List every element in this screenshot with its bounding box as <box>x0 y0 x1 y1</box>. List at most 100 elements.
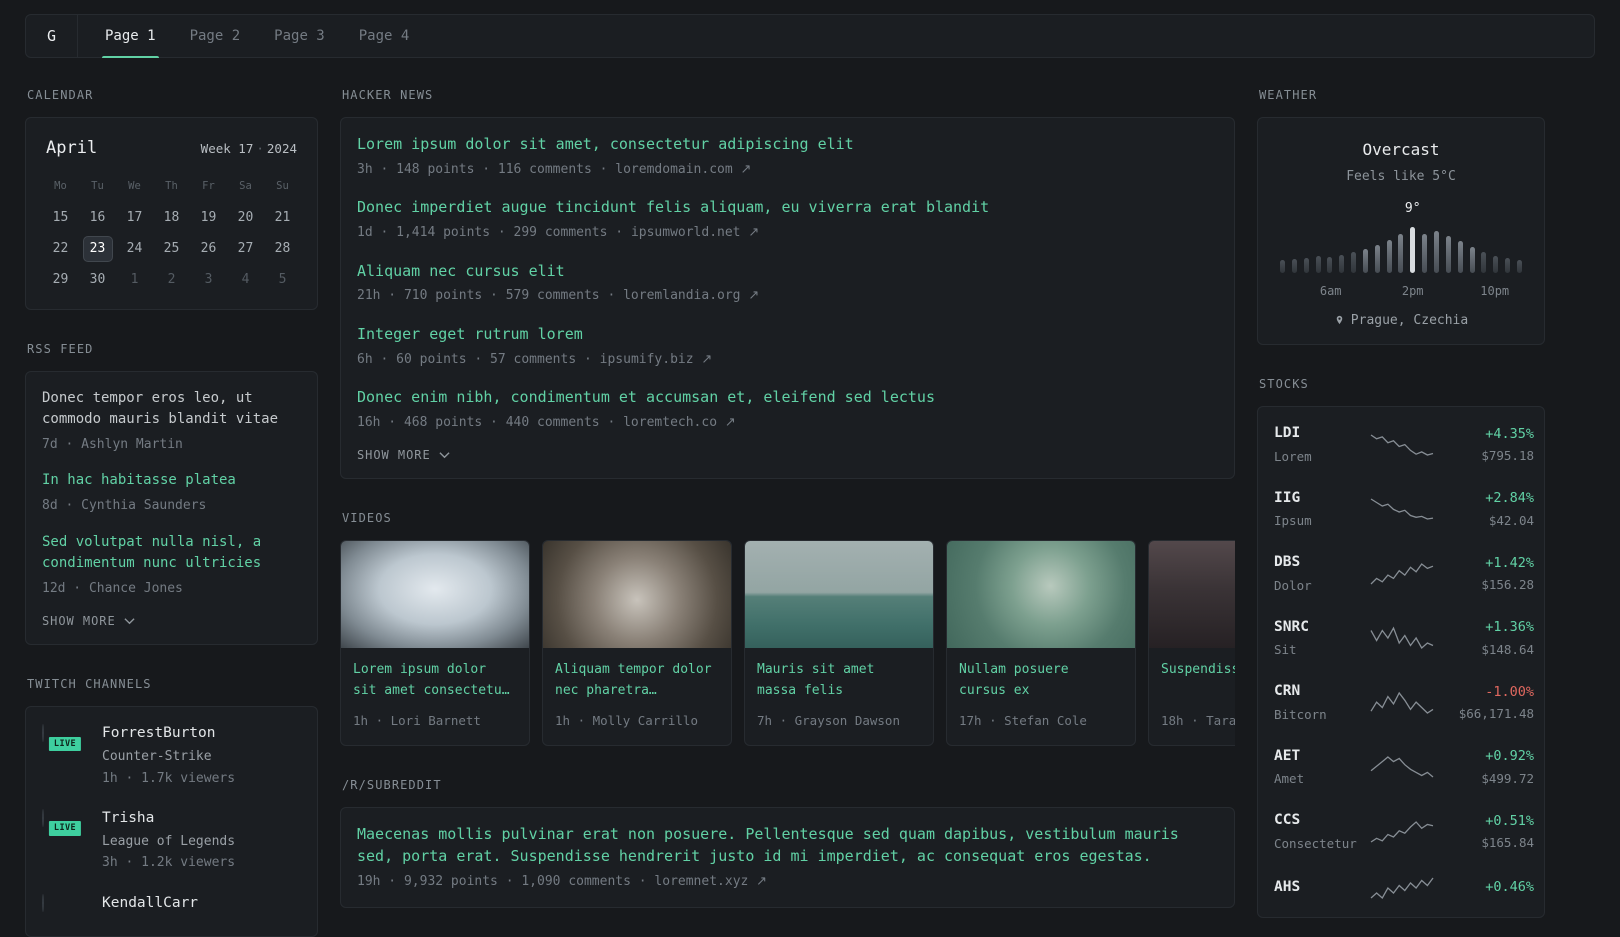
stock-name: Lorem <box>1274 448 1312 464</box>
stock-change: +2.84% <box>1485 490 1534 507</box>
tab-page-4[interactable]: Page 4 <box>342 15 427 57</box>
video-card-body: Nullam posuere cursus ex 17h · Stefan Col… <box>947 648 1135 745</box>
stock-change: +1.42% <box>1485 554 1534 571</box>
twitch-channel-meta: 1h · 1.7k viewers <box>102 770 236 786</box>
hacker-news-item-title[interactable]: Lorem ipsum dolor sit amet, consectetur … <box>357 134 1218 156</box>
stock-name: Bitcorn <box>1274 706 1327 722</box>
subreddit-list: Maecenas mollis pulvinar erat non posuer… <box>357 824 1218 891</box>
stock-name: Ipsum <box>1274 513 1312 529</box>
hacker-news-item-meta: 3h · 148 points · 116 comments · loremdo… <box>357 160 1218 180</box>
hacker-news-item-title[interactable]: Aliquam nec cursus elit <box>357 261 1218 283</box>
calendar-grid: Mo Tu We Th Fr Sa Su 15 16 17 18 19 20 21 22 23 24 25 26 27… <box>42 174 301 293</box>
video-title[interactable]: Nullam posuere cursus ex <box>959 660 1123 701</box>
rss-item-title[interactable]: In hac habitasse platea <box>42 470 301 492</box>
external-link-icon: ↗ <box>701 351 713 367</box>
video-card-body: Suspendisse diam 18h · Tara <box>1149 648 1235 745</box>
hacker-news-item: Donec enim nibh, condimentum et accumsan… <box>357 387 1218 432</box>
rss-item-title[interactable]: Donec tempor eros leo, ut commodo mauris… <box>42 388 301 431</box>
hacker-news-item-meta-stats: 16h · 468 points · 440 comments · <box>357 414 624 430</box>
calendar-day: 29 <box>52 271 69 287</box>
subreddit-post-title[interactable]: Maecenas mollis pulvinar erat non posuer… <box>357 824 1218 868</box>
hacker-news-item: Donec imperdiet augue tincidunt felis al… <box>357 197 1218 242</box>
app-logo[interactable]: G <box>26 15 78 57</box>
video-meta: 7h · Grayson Dawson <box>757 713 900 729</box>
rss-show-more-button[interactable]: SHOW MORE <box>42 614 135 628</box>
twitch-channel-info: Trisha League of Legends 3h · 1.2k viewers <box>102 808 235 873</box>
rss-item: In hac habitasse platea 8d · Cynthia Saun… <box>42 470 301 515</box>
stock-ticker[interactable]: CRN <box>1274 681 1362 703</box>
twitch-channel-name[interactable]: KendallCarr <box>102 893 198 915</box>
twitch-channel-name[interactable]: ForrestBurton <box>102 723 235 745</box>
calendar-day: 22 <box>52 240 69 256</box>
hacker-news-item-meta-domain-link[interactable]: ipsumworld.net ↗ <box>631 225 759 240</box>
rss-section-title: RSS FEED <box>27 341 94 356</box>
stock-ticker[interactable]: CCS <box>1274 810 1362 832</box>
twitch-channel-name[interactable]: Trisha <box>102 808 235 830</box>
stock-ticker[interactable]: DBS <box>1274 552 1362 574</box>
stock-price: $148.64 <box>1481 641 1534 657</box>
stock-ticker[interactable]: IIG <box>1274 488 1362 510</box>
stock-info: CCS Consectetur <box>1274 810 1362 854</box>
hacker-news-item-meta-domain-link[interactable]: loremtech.co ↗ <box>623 415 736 430</box>
hacker-news-item-meta: 16h · 468 points · 440 comments · loremt… <box>357 413 1218 433</box>
calendar-day: 15 <box>52 209 69 225</box>
subreddit-post-meta-domain-link[interactable]: loremnet.xyz ↗ <box>654 874 767 889</box>
hacker-news-item: Lorem ipsum dolor sit amet, consectetur … <box>357 134 1218 179</box>
stock-ticker[interactable]: AET <box>1274 746 1362 768</box>
video-title[interactable]: Mauris sit amet massa felis <box>757 660 921 701</box>
calendar-day: 27 <box>237 240 254 256</box>
weather-bar <box>1422 233 1428 273</box>
hacker-news-item-title[interactable]: Donec imperdiet augue tincidunt felis al… <box>357 197 1218 219</box>
twitch-channel-row: KendallCarr <box>42 893 301 920</box>
weather-bar <box>1374 244 1380 273</box>
twitch-avatar-wrap: LIVE <box>42 723 88 755</box>
stock-ticker[interactable]: SNRC <box>1274 617 1362 639</box>
video-thumbnail[interactable] <box>1149 541 1235 649</box>
video-title[interactable]: Lorem ipsum dolor sit amet consectetu… <box>353 660 517 701</box>
hacker-news-item-title[interactable]: Integer eget rutrum lorem <box>357 324 1218 346</box>
hacker-news-card: Lorem ipsum dolor sit amet, consectetur … <box>340 117 1235 480</box>
video-card-body: Aliquam tempor dolor nec pharetra… 1h · M… <box>543 648 731 745</box>
tab-page-2[interactable]: Page 2 <box>173 15 258 57</box>
weather-bar <box>1398 233 1404 273</box>
stock-info: LDI Lorem <box>1274 423 1362 467</box>
calendar-day: 26 <box>200 240 217 256</box>
twitch-channel-game: Counter-Strike <box>102 749 212 765</box>
tab-page-3[interactable]: Page 3 <box>257 15 342 57</box>
video-thumbnail[interactable] <box>947 541 1135 649</box>
stock-change: +0.51% <box>1485 812 1534 829</box>
external-link-icon: ↗ <box>748 288 760 304</box>
weather-bar <box>1386 239 1392 273</box>
weather-condition: Overcast <box>1362 140 1440 159</box>
video-thumbnail[interactable] <box>745 541 933 649</box>
stock-ticker[interactable]: AHS <box>1274 877 1362 899</box>
stock-row: LDI Lorem +4.35% $795.18 <box>1274 423 1534 467</box>
stock-ticker[interactable]: LDI <box>1274 423 1362 445</box>
weather-section: WEATHER Overcast Feels like 5°C 9° 6am 2p… <box>1257 86 1545 345</box>
tab-page-1[interactable]: Page 1 <box>88 15 173 58</box>
stock-info: DBS Dolor <box>1274 552 1362 596</box>
hacker-news-item-title[interactable]: Donec enim nibh, condimentum et accumsan… <box>357 387 1218 409</box>
hacker-news-item-meta-domain-link[interactable]: loremdomain.com ↗ <box>615 162 751 177</box>
twitch-section-title: TWITCH CHANNELS <box>27 677 152 692</box>
twitch-avatar[interactable] <box>42 809 44 828</box>
twitch-avatar[interactable] <box>42 893 44 912</box>
video-title[interactable]: Aliquam tempor dolor nec pharetra… <box>555 660 719 701</box>
hacker-news-show-more-button[interactable]: SHOW MORE <box>357 448 450 462</box>
twitch-avatar[interactable] <box>42 724 44 743</box>
weather-card: Overcast Feels like 5°C 9° 6am 2pm 10pm Pr… <box>1257 117 1545 345</box>
stock-change: +1.36% <box>1485 619 1534 636</box>
calendar-day: 18 <box>163 209 180 225</box>
video-title[interactable]: Suspendisse diam <box>1161 660 1235 701</box>
video-thumbnail[interactable] <box>341 541 529 649</box>
weather-bar <box>1291 258 1297 273</box>
stock-row: CRN Bitcorn -1.00% $66,171.48 <box>1274 681 1534 725</box>
hacker-news-item-meta-domain-link[interactable]: loremlandia.org ↗ <box>623 288 759 303</box>
rss-item-title[interactable]: Sed volutpat nulla nisl, a condimentum n… <box>42 532 301 575</box>
hacker-news-item-meta-domain-link[interactable]: ipsumify.biz ↗ <box>600 352 713 367</box>
weather-location: Prague, Czechia <box>1350 312 1469 328</box>
stock-info: CRN Bitcorn <box>1274 681 1362 725</box>
weather-feels-like: Feels like 5°C <box>1346 169 1456 184</box>
stock-sparkline <box>1370 877 1434 899</box>
video-thumbnail[interactable] <box>543 541 731 649</box>
